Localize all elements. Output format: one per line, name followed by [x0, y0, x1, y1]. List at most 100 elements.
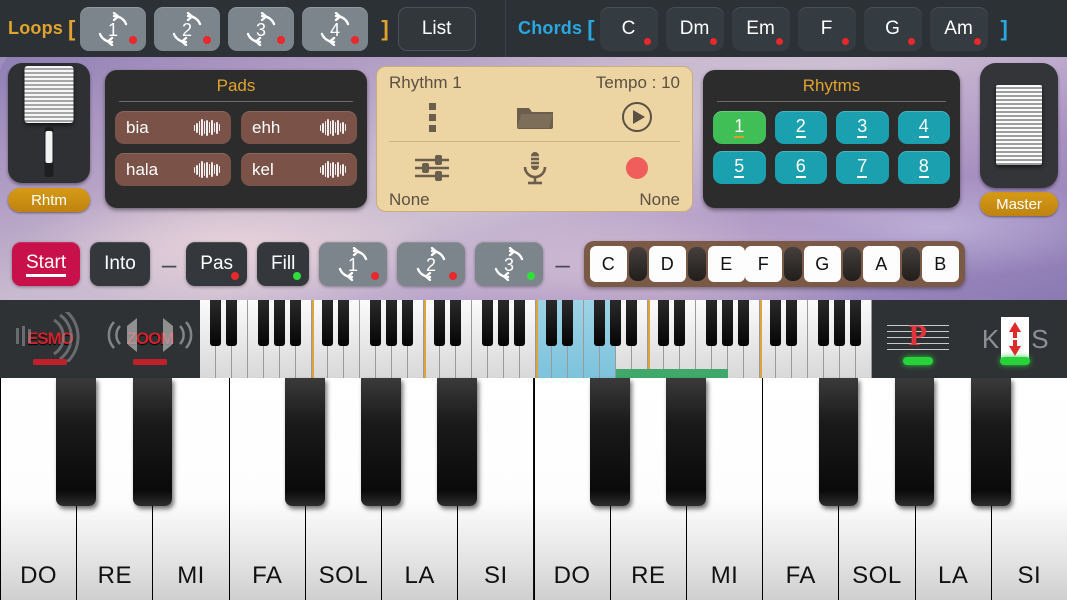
chord-key-F[interactable]: F [744, 246, 782, 282]
chord-button-dm[interactable]: Dm [665, 6, 724, 51]
mini-black-key[interactable] [545, 300, 557, 346]
chord-key-C[interactable]: C [589, 246, 627, 282]
mini-black-key[interactable] [593, 300, 605, 346]
rhytm-button-4[interactable]: 4 [897, 111, 950, 144]
speaker-icon[interactable]: ZOOM [107, 309, 193, 369]
pad-kel[interactable]: kel [241, 153, 357, 186]
mini-black-key[interactable] [769, 300, 781, 346]
mini-black-key[interactable] [449, 300, 461, 346]
chord-key-black[interactable] [901, 247, 920, 281]
folder-icon[interactable] [514, 99, 556, 135]
start-button[interactable]: Start [12, 242, 81, 286]
master-fader-knob[interactable] [996, 85, 1042, 165]
mini-black-key[interactable] [225, 300, 237, 346]
up-down-arrow-icon[interactable] [1001, 317, 1030, 361]
chord-key-black[interactable] [628, 247, 647, 281]
mini-black-key[interactable] [369, 300, 381, 346]
rhytm-button-8[interactable]: 8 [897, 151, 950, 184]
mini-black-key[interactable] [289, 300, 301, 346]
mini-black-key[interactable] [497, 300, 509, 346]
piano-black-key[interactable] [132, 378, 173, 506]
pad-hala[interactable]: hala [115, 153, 231, 186]
piano-mode-icon[interactable]: P [879, 309, 957, 369]
mini-black-key[interactable] [433, 300, 445, 346]
mixer-icon[interactable] [411, 150, 453, 186]
mini-black-key[interactable] [721, 300, 733, 346]
mini-black-key[interactable] [561, 300, 573, 346]
record-icon[interactable] [616, 150, 658, 186]
rhytm-button-2[interactable]: 2 [774, 111, 827, 144]
mini-keyboard[interactable] [200, 300, 872, 378]
loop-button-2[interactable]: 2 [154, 6, 221, 51]
piano-black-key[interactable] [589, 378, 630, 506]
mini-black-key[interactable] [625, 300, 637, 346]
fill-button[interactable]: Fill [257, 242, 310, 286]
transport-loop-1[interactable]: 1 [319, 242, 388, 286]
chord-key-A[interactable]: A [862, 246, 900, 282]
rhythm-fader[interactable]: Rhtm [8, 63, 92, 212]
pad-ehh[interactable]: ehh [241, 111, 357, 144]
chord-button-f[interactable]: F [797, 6, 856, 51]
piano-black-key[interactable] [285, 378, 325, 506]
mini-black-key[interactable] [257, 300, 269, 346]
transport-loop-3[interactable]: 3 [475, 242, 544, 286]
mini-black-key[interactable] [705, 300, 717, 346]
mini-black-key[interactable] [401, 300, 413, 346]
mini-black-key[interactable] [609, 300, 621, 346]
rhytm-button-7[interactable]: 7 [836, 151, 889, 184]
mini-black-key[interactable] [849, 300, 861, 346]
mini-black-key[interactable] [321, 300, 333, 346]
mini-black-key[interactable] [337, 300, 349, 346]
mini-black-key[interactable] [513, 300, 525, 346]
rhytm-button-5[interactable]: 5 [713, 151, 766, 184]
rhythm-fader-body[interactable] [8, 63, 90, 183]
mini-black-key[interactable] [673, 300, 685, 346]
transport-loop-2[interactable]: 2 [397, 242, 466, 286]
chord-key-black[interactable] [783, 247, 802, 281]
chord-key-B[interactable]: B [921, 246, 959, 282]
chord-button-c[interactable]: C [599, 6, 658, 51]
mini-black-key[interactable] [785, 300, 797, 346]
mini-black-key[interactable] [657, 300, 669, 346]
loop-button-1[interactable]: 1 [80, 6, 147, 51]
piano-keyboard[interactable]: DO RE MI FA SOL LA SI DO RE MI FA SOL LA SI [0, 378, 1067, 600]
rhytm-button-1[interactable]: 1 [713, 111, 766, 144]
play-icon[interactable] [616, 99, 658, 135]
piano-black-key[interactable] [437, 378, 478, 506]
master-fader[interactable]: Master [980, 63, 1060, 216]
chord-button-em[interactable]: Em [731, 6, 790, 51]
mini-black-key[interactable] [737, 300, 749, 346]
pas-button[interactable]: Pas [186, 242, 248, 286]
sound-waves-icon[interactable]: ESMO [7, 309, 93, 369]
chord-button-am[interactable]: Am [929, 6, 988, 51]
loop-button-3[interactable]: 3 [228, 6, 295, 51]
loop-button-4[interactable]: 4 [302, 6, 369, 51]
more-vertical-icon[interactable] [411, 99, 453, 135]
rhytm-button-3[interactable]: 3 [836, 111, 889, 144]
piano-black-key[interactable] [361, 378, 401, 506]
chord-key-black[interactable] [842, 247, 861, 281]
piano-black-key[interactable] [56, 378, 97, 506]
piano-black-key[interactable] [894, 378, 935, 506]
chord-key-D[interactable]: D [648, 246, 686, 282]
master-fader-body[interactable] [980, 63, 1058, 188]
mini-black-key[interactable] [481, 300, 493, 346]
rhythm-fader-knob[interactable] [24, 66, 74, 123]
mini-black-key[interactable] [385, 300, 397, 346]
piano-black-key[interactable] [666, 378, 706, 506]
chord-key-E[interactable]: E [707, 246, 745, 282]
mini-black-key[interactable] [273, 300, 285, 346]
rhytm-button-6[interactable]: 6 [774, 151, 827, 184]
chord-key-black[interactable] [687, 247, 706, 281]
piano-black-key[interactable] [818, 378, 859, 506]
microphone-icon[interactable] [514, 150, 556, 186]
chord-key-G[interactable]: G [803, 246, 841, 282]
keyboard-split-control[interactable]: K S [970, 309, 1060, 369]
into-button[interactable]: Into [90, 242, 150, 286]
pad-bia[interactable]: bia [115, 111, 231, 144]
mini-black-key[interactable] [817, 300, 829, 346]
mini-black-key[interactable] [209, 300, 221, 346]
piano-black-key[interactable] [970, 378, 1011, 506]
chord-button-g[interactable]: G [863, 6, 922, 51]
list-button[interactable]: List [397, 6, 476, 51]
